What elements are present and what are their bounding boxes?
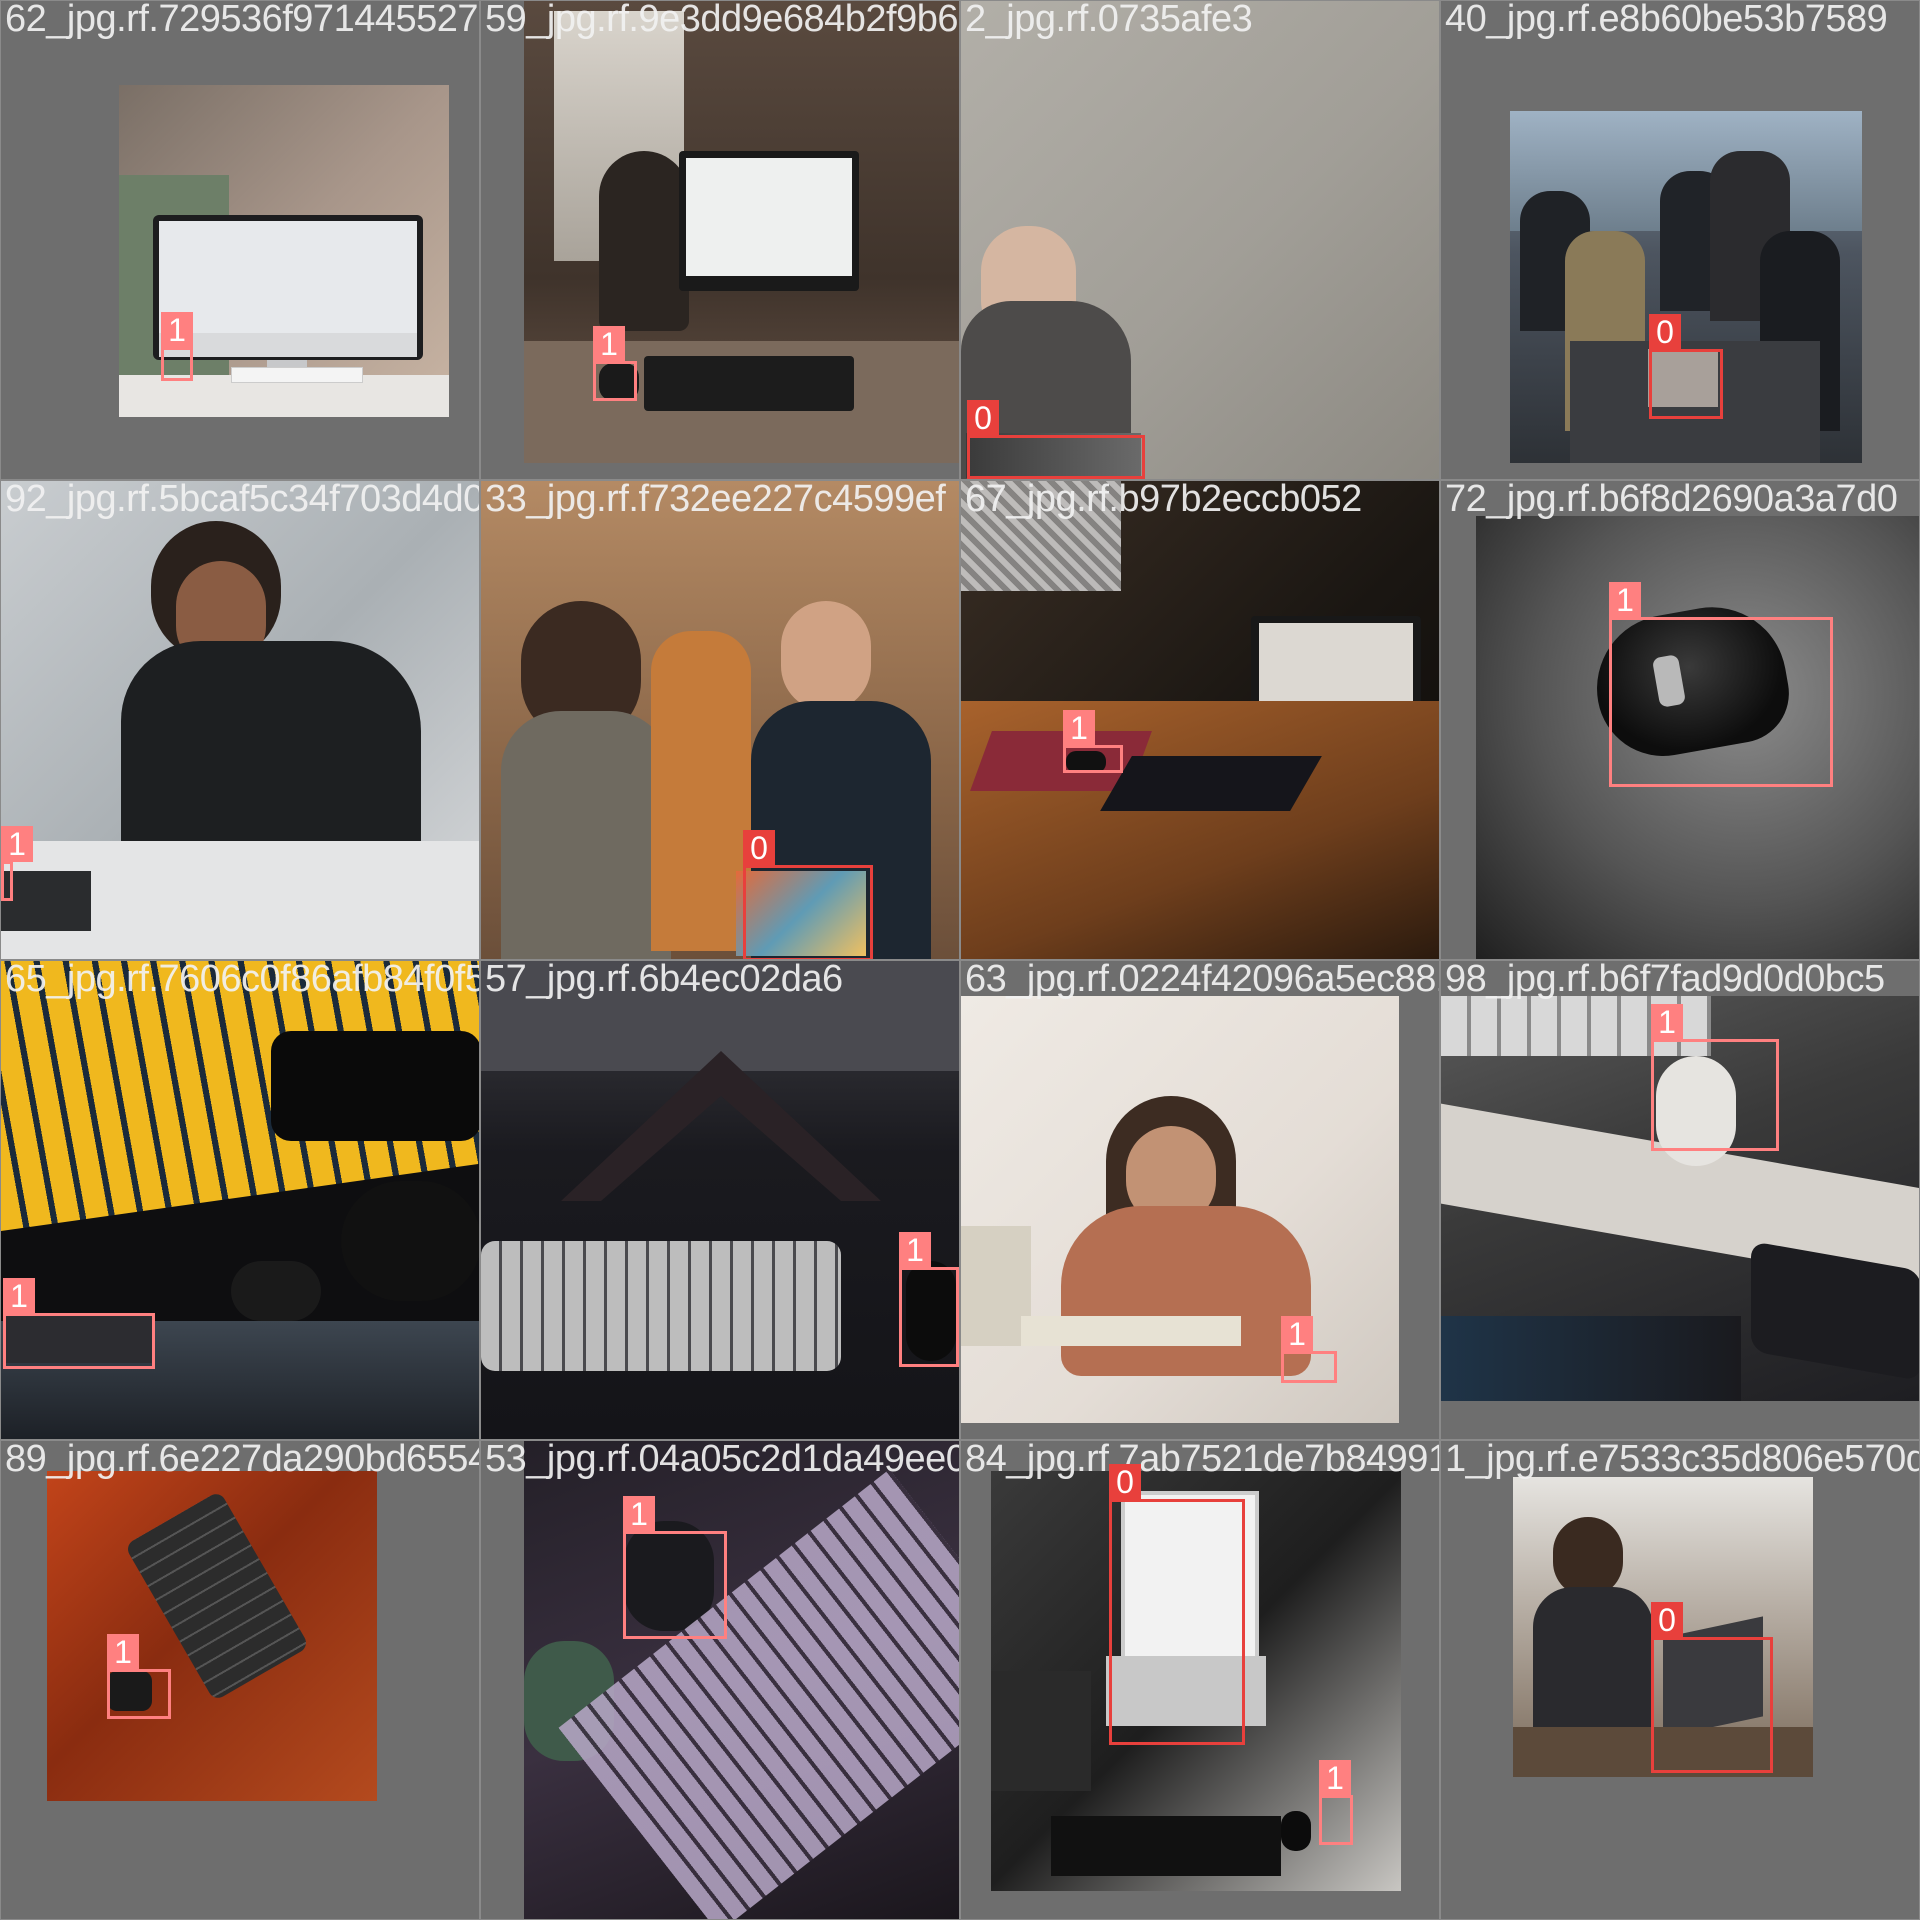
bounding-box: 1 <box>107 1634 171 1719</box>
tile-filename: 84_jpg.rf.7ab7521de7b84991 <box>965 1440 1440 1480</box>
tile-filename: 59_jpg.rf.9e3dd9e684b2f9b6ccfe8b7f00be53… <box>485 0 959 40</box>
class-label: 0 <box>967 400 999 436</box>
class-label: 1 <box>3 1278 35 1314</box>
tile-filename: 33_jpg.rf.f732ee227c4599ef <box>485 480 946 520</box>
tile-2: 59_jpg.rf.9e3dd9e684b2f9b6ccfe8b7f00be53… <box>480 0 960 480</box>
bounding-box: 1 <box>593 326 637 401</box>
tile-5: 92_jpg.rf.5bcaf5c34f703d4d03 1 <box>0 480 480 960</box>
bounding-box: 0 <box>1651 1602 1773 1773</box>
tile-8: 72_jpg.rf.b6f8d2690a3a7d0 1 <box>1440 480 1920 960</box>
bounding-box: 1 <box>3 1278 155 1369</box>
bounding-box: 1 <box>1609 582 1833 787</box>
photo-purple-keyboard <box>524 1441 959 1919</box>
tile-14: 53_jpg.rf.04a05c2d1da49ee08 1 <box>480 1440 960 1920</box>
tile-16: 1_jpg.rf.e7533c35d806e570d5 0 <box>1440 1440 1920 1920</box>
bounding-box: 1 <box>1063 710 1123 773</box>
bounding-box: 0 <box>1109 1464 1245 1745</box>
tile-7: 67_jpg.rf.b97b2eccb052 1 <box>960 480 1440 960</box>
tile-filename: 67_jpg.rf.b97b2eccb052 <box>965 480 1362 520</box>
bounding-box: 0 <box>1649 314 1723 419</box>
photo-office-chat <box>481 481 959 959</box>
class-label: 0 <box>1651 1602 1683 1638</box>
tile-filename: 92_jpg.rf.5bcaf5c34f703d4d03 <box>5 480 480 520</box>
tile-filename: 40_jpg.rf.e8b60be53b7589 <box>1445 0 1888 40</box>
tile-filename: 72_jpg.rf.b6f8d2690a3a7d0 <box>1445 480 1898 520</box>
class-label: 1 <box>899 1232 931 1268</box>
tile-filename: 65_jpg.rf.7606c0f86afb84f0f50c36 <box>5 960 480 1000</box>
tile-3: 2_jpg.rf.0735afe3 0 <box>960 0 1440 480</box>
class-label: 1 <box>1319 1760 1351 1796</box>
bounding-box: 1 <box>623 1496 727 1639</box>
tile-15: 84_jpg.rf.7ab7521de7b84991 0 1 <box>960 1440 1440 1920</box>
class-label: 1 <box>1609 582 1641 618</box>
tile-filename: 57_jpg.rf.6b4ec02da6 <box>485 960 843 1000</box>
class-label: 0 <box>1109 1464 1141 1500</box>
class-label: 1 <box>1281 1316 1313 1352</box>
class-label: 1 <box>161 312 193 348</box>
tile-filename: 98_jpg.rf.b6f7fad9d0d0bc5 <box>1445 960 1885 1000</box>
bounding-box: 0 <box>967 400 1145 479</box>
tile-10: 57_jpg.rf.6b4ec02da6 1 <box>480 960 960 1440</box>
tile-9: 65_jpg.rf.7606c0f86afb84f0f50c36 1 <box>0 960 480 1440</box>
photo-keyboard-wood <box>47 1471 377 1801</box>
photo-woman-desk <box>1 481 479 959</box>
class-label: 1 <box>107 1634 139 1670</box>
class-label: 1 <box>1651 1004 1683 1040</box>
bounding-box: 1 <box>1319 1760 1353 1845</box>
photo-thinking-man <box>961 1 1439 479</box>
photo-cat-desk <box>524 1 959 463</box>
tile-filename: 1_jpg.rf.e7533c35d806e570d5 <box>1445 1440 1920 1480</box>
tile-filename: 62_jpg.rf.729536f97144552755696ff1e6fc8a… <box>5 0 479 40</box>
tile-11: 63_jpg.rf.0224f42096a5ec881d4a3 1 <box>960 960 1440 1440</box>
photo-keyboard-mouse <box>481 961 959 1439</box>
class-label: 0 <box>743 830 775 866</box>
tile-filename: 53_jpg.rf.04a05c2d1da49ee08 <box>485 1440 960 1480</box>
bounding-box: 1 <box>161 312 193 381</box>
bounding-box: 1 <box>1281 1316 1337 1383</box>
tile-filename: 63_jpg.rf.0224f42096a5ec881d4a3 <box>965 960 1439 1000</box>
tile-1: 62_jpg.rf.729536f97144552755696ff1e6fc8a… <box>0 0 480 480</box>
tile-12: 98_jpg.rf.b6f7fad9d0d0bc5 1 <box>1440 960 1920 1440</box>
tile-filename: 89_jpg.rf.6e227da290bd65543 <box>5 1440 480 1480</box>
class-label: 1 <box>1 826 33 862</box>
class-label: 1 <box>623 1496 655 1532</box>
bounding-box: 1 <box>899 1232 959 1367</box>
class-label: 1 <box>593 326 625 362</box>
tile-13: 89_jpg.rf.6e227da290bd65543 1 <box>0 1440 480 1920</box>
bounding-box: 1 <box>1 826 33 901</box>
tile-6: 33_jpg.rf.f732ee227c4599ef 0 <box>480 480 960 960</box>
class-label: 1 <box>1063 710 1095 746</box>
bounding-box: 1 <box>1651 1004 1779 1151</box>
bounding-box: 0 <box>743 830 873 959</box>
mosaic-grid: 62_jpg.rf.729536f97144552755696ff1e6fc8a… <box>0 0 1920 1920</box>
tile-filename: 2_jpg.rf.0735afe3 <box>965 0 1253 40</box>
tile-4: 40_jpg.rf.e8b60be53b7589 0 <box>1440 0 1920 480</box>
photo-gaming-desk <box>961 481 1439 959</box>
class-label: 0 <box>1649 314 1681 350</box>
